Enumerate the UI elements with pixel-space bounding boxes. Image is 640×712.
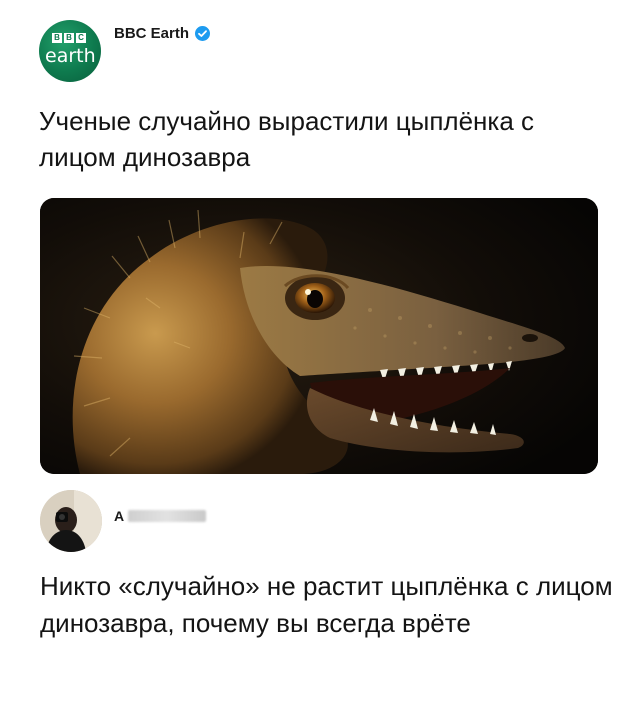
bbc-logo-letter: B xyxy=(64,33,74,43)
reply-text: Никто «случайно» не растит цыплёнка с ли… xyxy=(40,571,613,638)
post-headline: Ученые случайно вырастили цыплёнка с лиц… xyxy=(39,106,535,172)
account-name[interactable]: BBC Earth xyxy=(114,25,189,42)
dinosaur-chick-illustration xyxy=(40,198,598,474)
bbc-logo-letter: B xyxy=(52,33,62,43)
bbc-logo-icon: B B C xyxy=(52,33,86,43)
reply-author-avatar[interactable] xyxy=(40,490,102,552)
account-name-row[interactable]: BBC Earth xyxy=(114,25,211,42)
verified-badge-icon xyxy=(195,26,211,41)
redacted-username xyxy=(128,510,207,522)
reply-author-name-row[interactable]: A xyxy=(114,508,207,524)
earth-logo-word: earth xyxy=(45,45,96,67)
bbc-logo-letter: C xyxy=(76,33,86,43)
person-photo-icon xyxy=(40,490,102,552)
tweet-screenshot: B B C earth BBC Earth Ученые случайно вы… xyxy=(0,0,640,712)
reply-author-initial[interactable]: A xyxy=(114,508,124,524)
post-image[interactable] xyxy=(40,198,598,474)
bbc-earth-avatar[interactable]: B B C earth xyxy=(39,20,101,82)
